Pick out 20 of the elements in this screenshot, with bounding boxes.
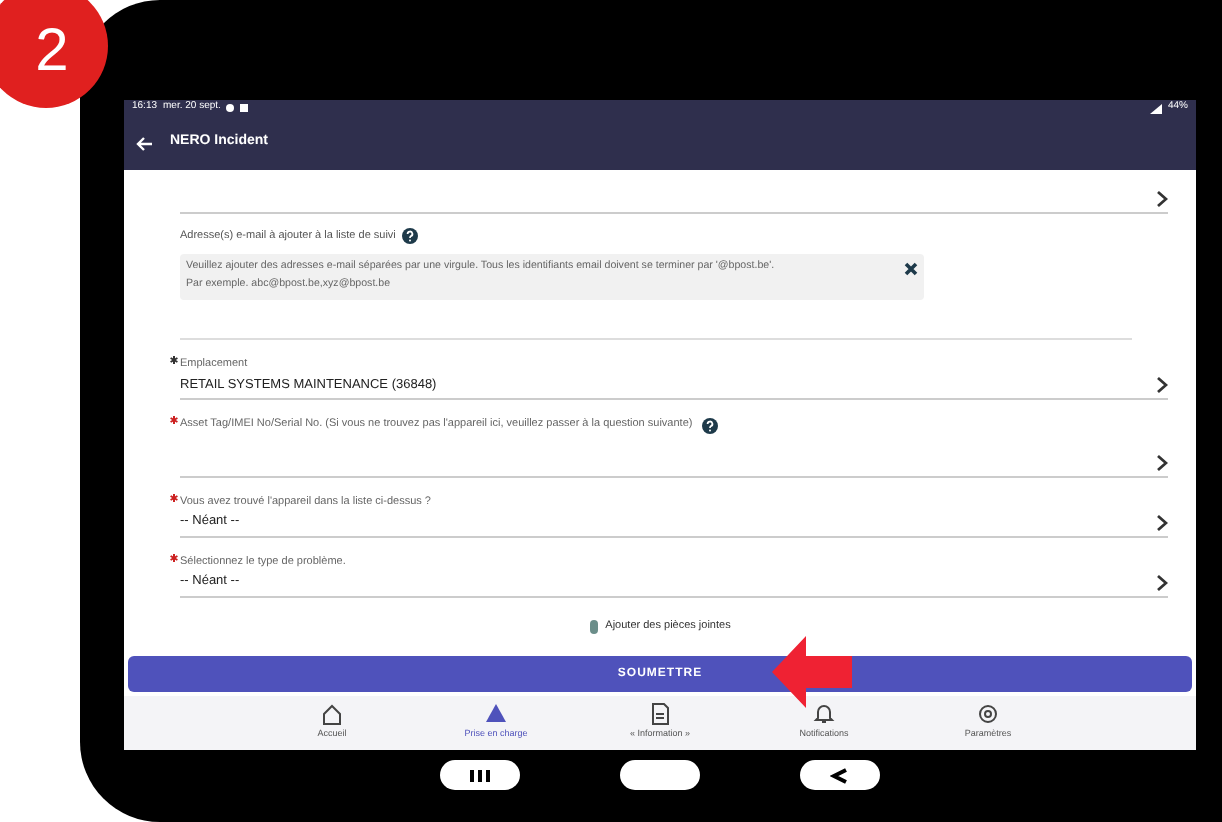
home-button[interactable] — [620, 760, 700, 790]
chevron-right-icon — [1154, 513, 1168, 532]
chevron-right-icon — [1154, 376, 1168, 395]
chevron-right-icon — [1154, 574, 1168, 593]
chevron-right-icon — [1154, 453, 1168, 472]
bell-icon — [812, 702, 836, 726]
chevron-left-icon — [830, 767, 850, 783]
close-icon[interactable] — [904, 262, 918, 277]
warning-icon — [484, 702, 508, 726]
pointer-arrow — [772, 636, 852, 708]
chevron-right-icon — [1154, 190, 1168, 208]
document-icon — [648, 702, 672, 726]
help-icon[interactable] — [401, 228, 418, 245]
back-arrow-icon[interactable] — [136, 135, 154, 151]
settings-icon — [976, 702, 1000, 726]
home-icon — [320, 702, 344, 726]
step-badge: 2 — [0, 0, 108, 108]
help-icon[interactable] — [702, 417, 719, 433]
back-button[interactable] — [800, 760, 880, 790]
recent-apps-button[interactable] — [440, 760, 520, 790]
